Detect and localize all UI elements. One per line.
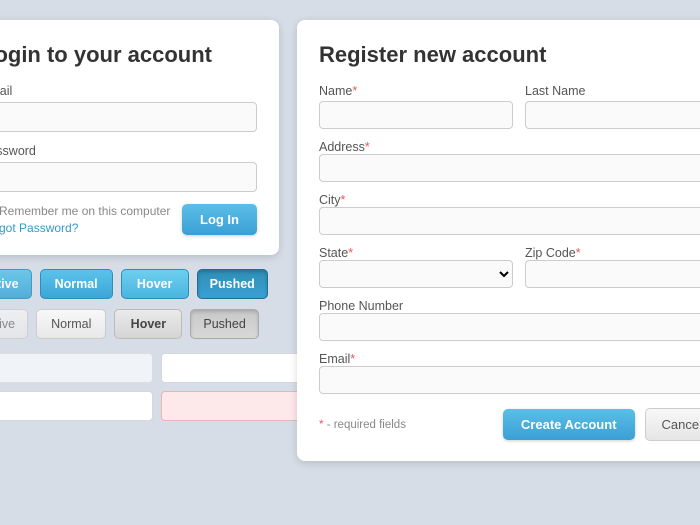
reg-email-label: Email* bbox=[319, 352, 355, 366]
input-states-section bbox=[0, 353, 279, 421]
input-white-2[interactable] bbox=[0, 391, 153, 421]
state-group: State* bbox=[319, 245, 513, 288]
button-states-section: Inactive Normal Hover Pushed Inactive No… bbox=[0, 269, 279, 339]
lastname-group: Last Name bbox=[525, 84, 700, 129]
input-light-1[interactable] bbox=[0, 353, 153, 383]
remember-label: Remember me on this computer bbox=[0, 204, 170, 218]
zip-label: Zip Code* bbox=[525, 246, 581, 260]
reg-email-input[interactable] bbox=[319, 366, 700, 394]
state-zip-row: State* Zip Code* bbox=[319, 245, 700, 288]
input-row-2 bbox=[0, 391, 279, 421]
city-input[interactable] bbox=[319, 207, 700, 235]
lastname-label: Last Name bbox=[525, 84, 700, 98]
blue-button-row: Inactive Normal Hover Pushed bbox=[0, 269, 279, 299]
address-input[interactable] bbox=[319, 154, 700, 182]
required-note: * - required fields bbox=[319, 419, 493, 431]
password-label: Password bbox=[0, 144, 257, 158]
name-group: Name* bbox=[319, 84, 513, 129]
login-card: Login to your account Email Password Rem… bbox=[0, 20, 279, 255]
phone-group: Phone Number bbox=[319, 298, 700, 341]
reg-email-group: Email* bbox=[319, 351, 700, 394]
grey-normal-button[interactable]: Normal bbox=[36, 309, 106, 339]
create-account-button[interactable]: Create Account bbox=[503, 409, 635, 440]
state-label: State* bbox=[319, 246, 353, 260]
login-title: Login to your account bbox=[0, 42, 257, 68]
cancel-button[interactable]: Cancel bbox=[645, 408, 700, 441]
state-select[interactable] bbox=[319, 260, 513, 288]
remember-row: Remember me on this computer Forgot Pass… bbox=[0, 204, 257, 235]
register-card: Register new account Name* Last Name Add… bbox=[297, 20, 700, 461]
left-panel: Login to your account Email Password Rem… bbox=[0, 20, 279, 421]
name-row: Name* Last Name bbox=[319, 84, 700, 129]
right-panel: Register new account Name* Last Name Add… bbox=[297, 20, 700, 461]
register-footer: * - required fields Create Account Cance… bbox=[319, 408, 700, 441]
remember-left: Remember me on this computer bbox=[0, 204, 170, 218]
lastname-input[interactable] bbox=[525, 101, 700, 129]
blue-pushed-button[interactable]: Pushed bbox=[197, 269, 268, 299]
phone-input[interactable] bbox=[319, 313, 700, 341]
forgot-password-link[interactable]: Forgot Password? bbox=[0, 221, 170, 235]
city-group: City* bbox=[319, 192, 700, 235]
city-label: City* bbox=[319, 193, 345, 207]
address-group: Address* bbox=[319, 139, 700, 182]
blue-hover-button[interactable]: Hover bbox=[121, 269, 189, 299]
zip-group: Zip Code* bbox=[525, 245, 700, 288]
email-group: Email bbox=[0, 84, 257, 132]
password-group: Password bbox=[0, 144, 257, 192]
grey-hover-button[interactable]: Hover bbox=[114, 309, 182, 339]
grey-button-row: Inactive Normal Hover Pushed bbox=[0, 309, 279, 339]
grey-pushed-button[interactable]: Pushed bbox=[190, 309, 258, 339]
blue-normal-button[interactable]: Normal bbox=[40, 269, 113, 299]
name-label: Name* bbox=[319, 84, 513, 98]
zip-input[interactable] bbox=[525, 260, 700, 288]
address-label: Address* bbox=[319, 140, 370, 154]
register-title: Register new account bbox=[319, 42, 700, 68]
email-label: Email bbox=[0, 84, 257, 98]
name-input[interactable] bbox=[319, 101, 513, 129]
login-button[interactable]: Log In bbox=[182, 204, 257, 235]
email-input[interactable] bbox=[0, 102, 257, 132]
grey-inactive-button[interactable]: Inactive bbox=[0, 309, 28, 339]
password-input[interactable] bbox=[0, 162, 257, 192]
blue-inactive-button[interactable]: Inactive bbox=[0, 269, 32, 299]
phone-label: Phone Number bbox=[319, 299, 403, 313]
input-row-1 bbox=[0, 353, 279, 383]
